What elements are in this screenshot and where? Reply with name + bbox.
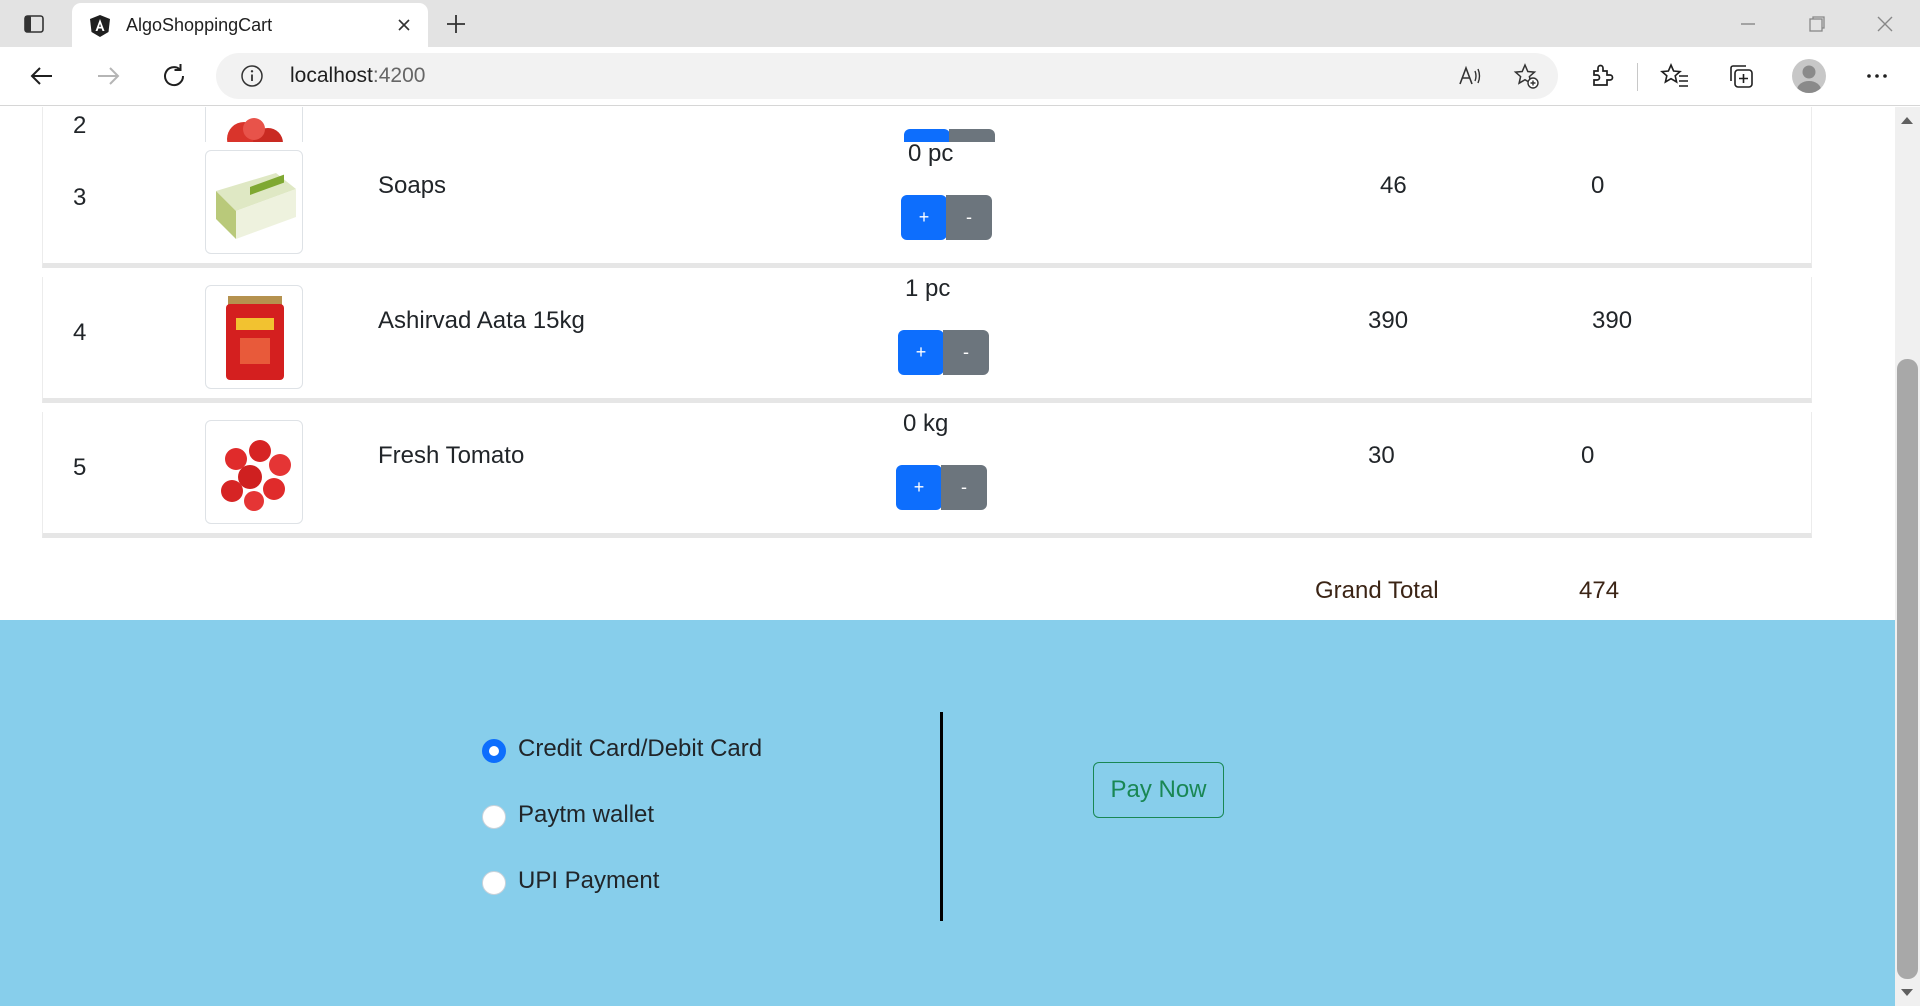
quantity-text: 0 kg xyxy=(903,410,949,437)
minimize-icon[interactable] xyxy=(1736,12,1760,36)
product-thumbnail xyxy=(205,285,303,389)
flour-bag-image xyxy=(226,296,284,380)
vertical-scrollbar[interactable] xyxy=(1895,107,1920,1006)
collections-icon[interactable] xyxy=(1726,61,1756,91)
row-number: 3 xyxy=(73,184,87,211)
extensions-icon[interactable] xyxy=(1586,61,1616,91)
browser-toolbar: localhost:4200 xyxy=(0,47,1920,106)
favorites-icon[interactable] xyxy=(1660,61,1690,91)
unit-price: 390 xyxy=(1368,307,1409,334)
tomato-image xyxy=(221,440,291,511)
read-aloud-icon[interactable] xyxy=(1456,62,1484,90)
payment-option-label: UPI Payment xyxy=(518,867,660,894)
product-thumbnail xyxy=(205,150,303,254)
increase-quantity-button[interactable]: + xyxy=(896,465,942,510)
row-number: 5 xyxy=(73,454,87,481)
increase-quantity-button[interactable]: + xyxy=(898,330,944,375)
cart-row: 5 Fresh Tomato 0 kg + - 30 0 xyxy=(42,410,1812,538)
page-content: 2 + - 3 Soaps 0 pc + - 46 0 xyxy=(0,107,1895,1006)
row-number: 2 xyxy=(73,112,87,139)
back-arrow-icon[interactable] xyxy=(27,61,57,91)
product-name: Ashirvad Aata 15kg xyxy=(378,307,585,334)
scroll-thumb[interactable] xyxy=(1897,359,1918,979)
restore-icon[interactable] xyxy=(1805,12,1829,36)
new-tab-icon[interactable] xyxy=(442,10,470,38)
payment-section: Credit Card/Debit Card Paytm wallet UPI … xyxy=(0,620,1895,1006)
add-favorite-icon[interactable] xyxy=(1512,62,1540,90)
quantity-text: 0 pc xyxy=(908,140,954,167)
window-close-icon[interactable] xyxy=(1873,12,1897,36)
product-thumbnail xyxy=(205,420,303,524)
sidebar-toggle-icon[interactable] xyxy=(22,12,46,36)
row-number: 4 xyxy=(73,319,87,346)
tab-title: AlgoShoppingCart xyxy=(126,15,273,35)
quantity-text: 1 pc xyxy=(905,275,951,302)
decrease-quantity-button[interactable]: - xyxy=(941,465,987,510)
browser-titlebar: AlgoShoppingCart xyxy=(0,0,1920,47)
url-text[interactable]: localhost:4200 xyxy=(290,64,425,88)
toolbar-divider xyxy=(1637,63,1638,91)
url-port: :4200 xyxy=(372,64,426,87)
forward-arrow-icon[interactable] xyxy=(93,61,123,91)
angular-icon xyxy=(90,15,110,37)
browser-tab[interactable]: AlgoShoppingCart xyxy=(72,3,428,47)
decrease-quantity-button[interactable]: - xyxy=(946,195,992,240)
soap-image xyxy=(216,173,296,239)
line-total: 0 xyxy=(1581,442,1595,469)
vertical-divider xyxy=(940,712,943,921)
cart-row: 3 Soaps 0 pc + - 46 0 xyxy=(42,140,1812,268)
radio-button[interactable] xyxy=(482,871,506,895)
cart-row: 4 Ashirvad Aata 15kg 1 pc + - 390 390 xyxy=(42,275,1812,403)
grand-total-value: 474 xyxy=(1579,577,1620,604)
close-icon[interactable] xyxy=(394,15,414,35)
product-name: Soaps xyxy=(378,172,447,199)
address-bar[interactable]: localhost:4200 xyxy=(216,53,1558,99)
payment-option-label: Credit Card/Debit Card xyxy=(518,735,763,762)
scroll-down-arrow-icon[interactable] xyxy=(1901,989,1913,996)
refresh-icon[interactable] xyxy=(159,61,189,91)
radio-button[interactable] xyxy=(482,805,506,829)
line-total: 390 xyxy=(1592,307,1633,334)
line-total: 0 xyxy=(1591,172,1605,199)
unit-price: 30 xyxy=(1368,442,1395,469)
pay-now-button[interactable]: Pay Now xyxy=(1093,762,1224,818)
unit-price: 46 xyxy=(1380,172,1407,199)
radio-button[interactable] xyxy=(482,739,506,763)
payment-option-label: Paytm wallet xyxy=(518,801,655,828)
more-menu-icon[interactable] xyxy=(1862,61,1892,91)
info-icon[interactable] xyxy=(240,64,264,88)
grand-total-label: Grand Total xyxy=(1315,577,1439,604)
profile-avatar[interactable] xyxy=(1792,59,1826,93)
profile-icon xyxy=(1797,65,1821,93)
scroll-up-arrow-icon[interactable] xyxy=(1901,117,1913,124)
increase-quantity-button[interactable]: + xyxy=(901,195,947,240)
url-host: localhost xyxy=(290,64,373,87)
decrease-quantity-button[interactable]: - xyxy=(943,330,989,375)
product-name: Fresh Tomato xyxy=(378,442,525,469)
